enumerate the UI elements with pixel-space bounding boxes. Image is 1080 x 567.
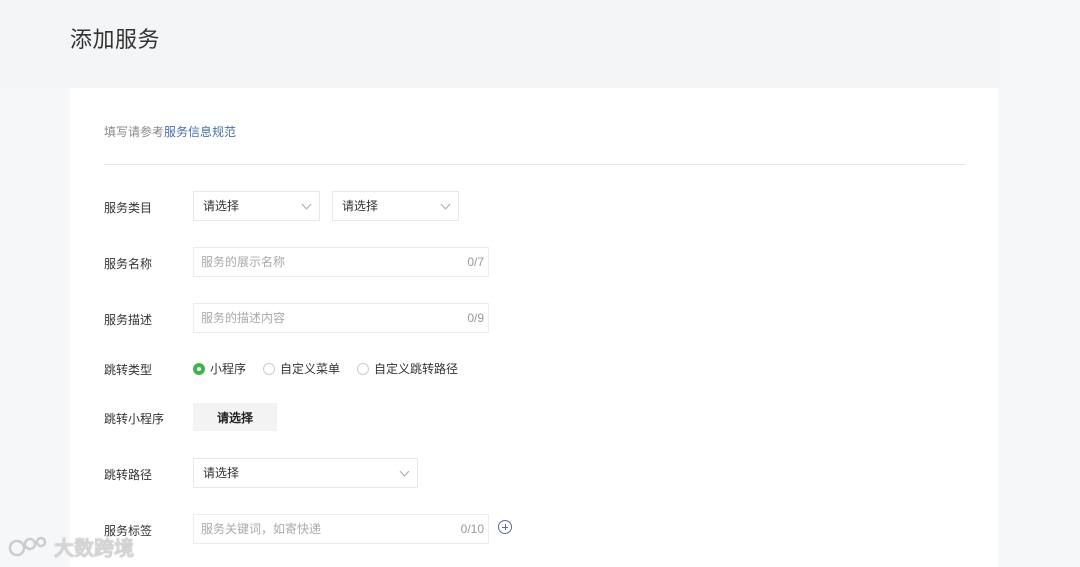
category-label: 服务类目 [104,201,153,215]
jump-type-radio-group: 小程序 自定义菜单 自定义跳转路径 [193,360,475,377]
service-tags-input[interactable]: 服务关键词，如寄快递 0/10 [193,514,489,544]
radio-unchecked-icon [357,362,370,375]
radio-unchecked-icon [263,362,276,375]
description-label: 服务描述 [104,313,153,327]
jump-path-label: 跳转路径 [104,468,153,482]
form-card: 填写请参考服务信息规范 服务类目 请选择 请选择 服务名称 服务的展示名称 0/… [70,88,998,567]
choose-mini-program-button[interactable]: 请选择 [193,403,277,431]
radio-custom-menu-label: 自定义菜单 [280,362,341,376]
jump-type-label: 跳转类型 [104,363,153,377]
category-select-primary[interactable]: 请选择 [193,191,320,221]
radio-mini-program[interactable]: 小程序 [193,360,246,377]
category-select-primary-value: 请选择 [203,199,240,213]
chevron-down-icon [440,199,451,210]
service-tags-placeholder: 服务关键词，如寄快递 [201,522,322,536]
service-description-input[interactable]: 服务的描述内容 0/9 [193,303,489,333]
radio-checked-icon [193,362,205,375]
add-tag-plus-icon[interactable] [498,520,512,534]
guide-prefix: 填写请参考 [104,125,165,139]
service-name-placeholder: 服务的展示名称 [201,255,286,269]
radio-mini-program-label: 小程序 [210,362,247,376]
page-title: 添加服务 [70,27,161,52]
service-info-spec-link[interactable]: 服务信息规范 [164,125,236,139]
service-name-counter: 0/7 [467,255,484,269]
jump-path-select-value: 请选择 [203,466,240,480]
category-select-secondary-value: 请选择 [342,199,379,213]
watermark: 大数跨境 [8,532,134,561]
service-tags-counter: 0/10 [460,522,484,536]
watermark-logo-icon [8,536,47,556]
chevron-down-icon [301,199,312,210]
name-label: 服务名称 [104,257,153,271]
guide-text: 填写请参考服务信息规范 [104,123,236,140]
service-name-input[interactable]: 服务的展示名称 0/7 [193,247,489,277]
service-description-counter: 0/9 [467,311,484,325]
chevron-down-icon [399,466,410,477]
radio-custom-path[interactable]: 自定义跳转路径 [357,360,458,377]
watermark-text: 大数跨境 [54,538,134,560]
jump-path-select[interactable]: 请选择 [193,458,418,488]
mini-program-label: 跳转小程序 [104,412,165,426]
radio-custom-path-label: 自定义跳转路径 [374,362,459,376]
divider [104,164,966,165]
category-select-secondary[interactable]: 请选择 [332,191,459,221]
service-description-placeholder: 服务的描述内容 [201,311,286,325]
radio-custom-menu[interactable]: 自定义菜单 [263,360,340,377]
